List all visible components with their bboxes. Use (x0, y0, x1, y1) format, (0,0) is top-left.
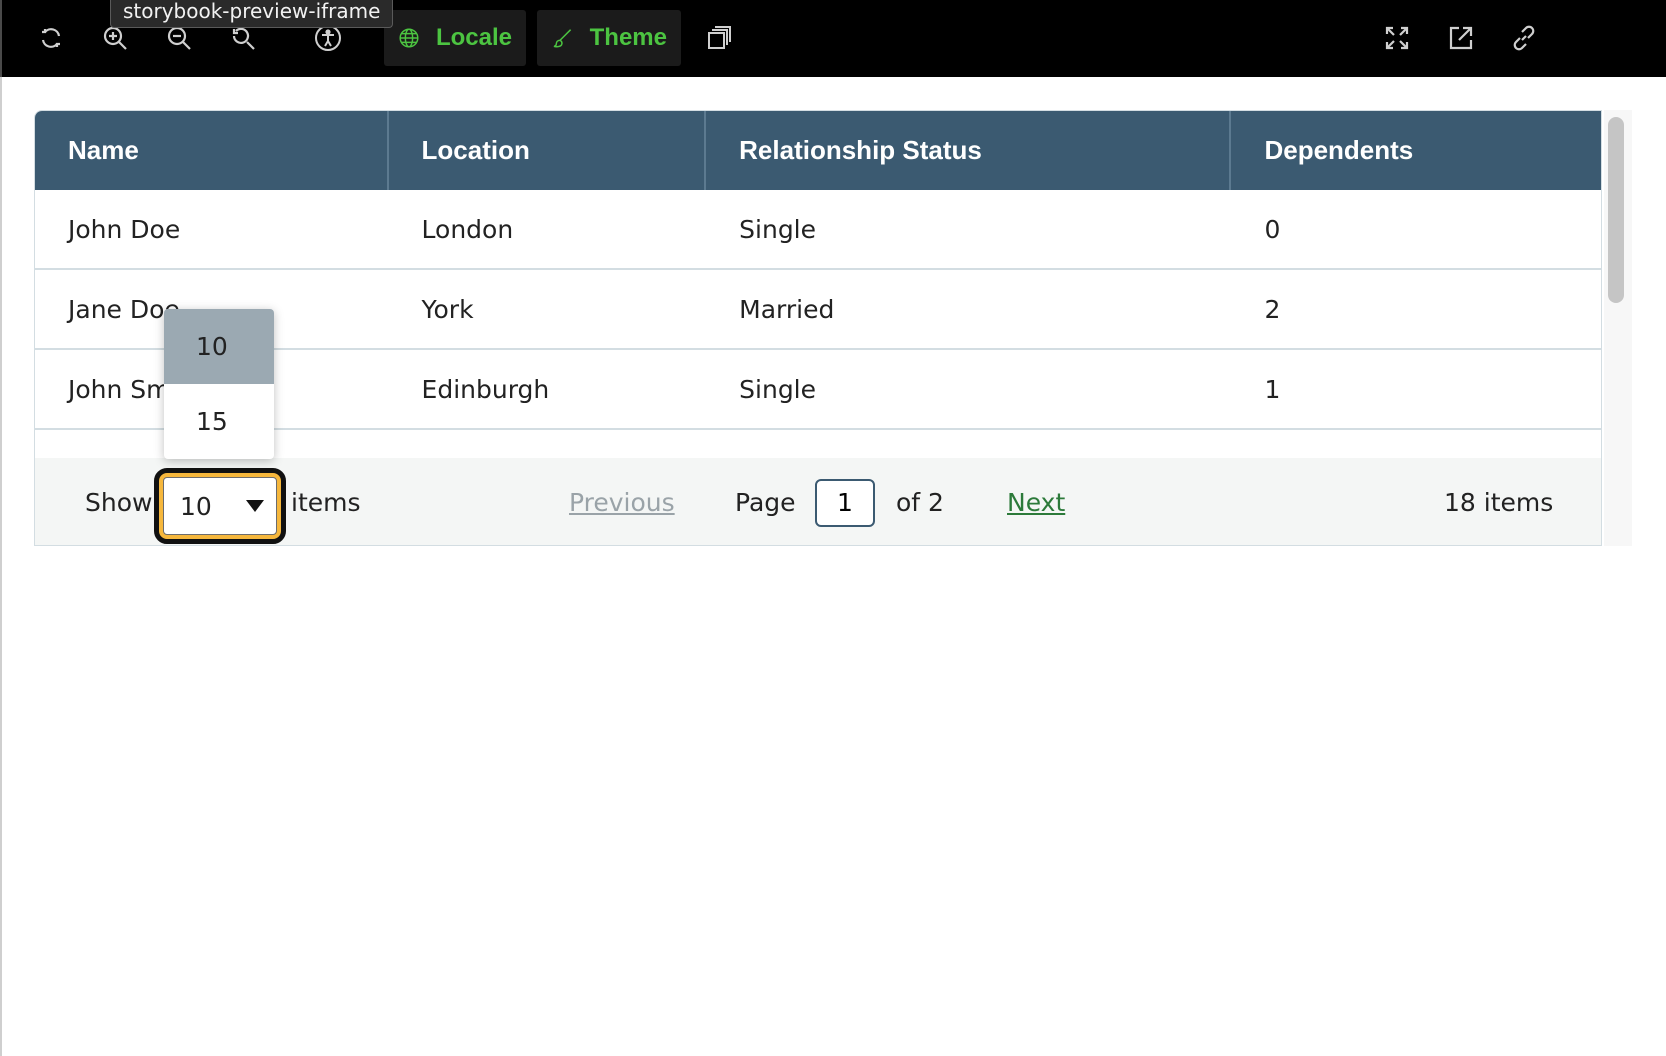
cell-dependents: 2 (1264, 294, 1281, 324)
reload-icon[interactable] (32, 19, 70, 57)
brush-icon (553, 29, 572, 48)
of-pages-label: of 2 (896, 488, 944, 517)
column-header-dependents[interactable]: Dependents (1231, 111, 1601, 190)
page-size-option[interactable]: 10 (164, 309, 274, 384)
locale-button[interactable]: Locale (384, 10, 526, 66)
copy-link-icon[interactable] (1505, 19, 1543, 57)
globe-icon (399, 28, 419, 48)
table-header: Name Location Relationship Status Depend… (35, 111, 1601, 190)
cell-status: Single (739, 374, 817, 404)
storybook-toolbar: Locale Theme storybook-preview-iframe (0, 0, 1666, 77)
open-new-tab-icon[interactable] (1442, 19, 1480, 57)
cell-status: Single (739, 214, 817, 244)
page-size-select[interactable]: 10 (154, 468, 286, 544)
locale-label: Locale (435, 24, 512, 51)
page-size-dropdown: 10 15 (164, 309, 274, 459)
cell-status: Married (739, 294, 835, 324)
theme-button[interactable]: Theme (537, 10, 681, 66)
previous-link[interactable]: Previous (569, 458, 675, 545)
page-number-input[interactable] (815, 478, 875, 527)
next-link[interactable]: Next (1007, 458, 1065, 545)
page-size-value: 10 (180, 491, 212, 521)
fullscreen-icon[interactable] (1378, 19, 1416, 57)
page-size-option[interactable]: 15 (164, 384, 274, 459)
page-label: Page (735, 488, 796, 517)
theme-label: Theme (589, 24, 667, 51)
column-header-relationship-status[interactable]: Relationship Status (706, 111, 1232, 190)
cell-location: Edinburgh (421, 374, 550, 404)
show-label: Show (85, 488, 153, 517)
page-input-wrap (815, 458, 875, 545)
table-row: John Doe London Single 0 (35, 190, 1601, 270)
caret-down-icon (246, 500, 264, 512)
pagination-bar: Show 10 items Previous Page of 2 Next 18… (35, 458, 1601, 545)
cell-dependents: 0 (1264, 214, 1281, 244)
items-label: items (291, 488, 361, 517)
column-header-name[interactable]: Name (35, 111, 389, 190)
iframe-tooltip: storybook-preview-iframe (110, 0, 394, 28)
cell-dependents: 1 (1264, 374, 1281, 404)
page-size-value-box[interactable]: 10 (163, 477, 277, 535)
outline-icon[interactable] (699, 19, 737, 57)
cell-location: London (421, 214, 514, 244)
cell-name: John Doe (68, 214, 181, 244)
column-header-location[interactable]: Location (389, 111, 707, 190)
scrollbar-thumb[interactable] (1608, 117, 1624, 303)
cell-location: York (421, 294, 474, 324)
total-items-label: 18 items (1444, 488, 1554, 517)
